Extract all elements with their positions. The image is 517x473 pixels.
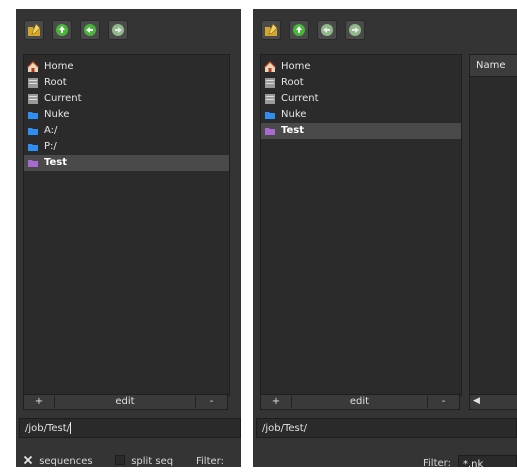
favorite-item-label: Current <box>281 93 319 104</box>
favorite-item-label: Test <box>44 157 68 168</box>
favorite-item-root[interactable]: Root <box>261 75 461 91</box>
new-folder-button[interactable] <box>24 20 44 40</box>
favorite-item-label: Root <box>44 77 67 88</box>
folder-purple-icon <box>28 160 38 167</box>
add-favorite-button[interactable]: + <box>261 395 291 409</box>
favorite-item-label: Nuke <box>44 109 70 120</box>
favorite-item-current[interactable]: Current <box>24 91 229 107</box>
favorite-item-current[interactable]: Current <box>261 91 461 107</box>
favorite-item-p-drive[interactable]: P:/ <box>24 139 229 155</box>
sequences-option[interactable]: sequences <box>23 454 93 467</box>
back-button[interactable] <box>80 20 100 40</box>
path-value: /job/Test/ <box>262 423 308 434</box>
favorite-item-label: Home <box>44 61 74 72</box>
up-arrow-icon <box>56 24 68 36</box>
edit-favorite-button[interactable]: edit <box>55 395 195 409</box>
scroll-left-icon[interactable]: ◀ <box>473 396 480 406</box>
forward-arrow-icon <box>112 24 124 36</box>
home-icon <box>27 61 39 72</box>
favorites-list: Home Root Current Nuke A:/ P:/ Test <box>23 54 230 396</box>
favorite-item-root[interactable]: Root <box>24 75 229 91</box>
favorite-item-label: Test <box>281 125 305 136</box>
favorites-bottom-bar: + edit - <box>23 394 228 410</box>
home-icon <box>264 61 276 72</box>
favorite-item-label: Home <box>281 61 311 72</box>
favorite-item-a-drive[interactable]: A:/ <box>24 123 229 139</box>
favorites-list: Home Root Current Nuke Test <box>260 54 462 396</box>
favorite-item-home[interactable]: Home <box>24 59 229 75</box>
drive-icon <box>265 78 275 88</box>
file-list[interactable]: Name <box>469 54 517 396</box>
favorite-item-label: A:/ <box>44 125 58 136</box>
check-x-icon <box>23 455 33 465</box>
sequences-checkbox[interactable] <box>23 455 33 465</box>
filter-value: *.nk <box>463 459 484 467</box>
column-header-name[interactable]: Name <box>470 55 517 77</box>
filter-input[interactable]: *.nk <box>458 455 517 467</box>
drive-icon <box>28 78 38 88</box>
forward-arrow-icon <box>349 24 361 36</box>
add-favorite-button[interactable]: + <box>24 395 54 409</box>
text-cursor <box>70 422 72 434</box>
new-folder-icon <box>265 23 278 36</box>
forward-button[interactable] <box>345 20 365 40</box>
favorite-item-label: Root <box>281 77 304 88</box>
up-arrow-icon <box>293 24 305 36</box>
drive-icon <box>265 94 275 104</box>
drive-icon <box>28 94 38 104</box>
path-value: /job/Test/ <box>25 423 71 434</box>
split-seq-checkbox[interactable] <box>115 455 125 465</box>
horizontal-scrollbar[interactable]: ◀ <box>469 394 517 410</box>
split-seq-option[interactable]: split seq <box>115 454 173 467</box>
filter-label: Filter: <box>423 458 451 467</box>
path-input[interactable]: /job/Test/ <box>256 418 517 438</box>
back-arrow-icon <box>321 24 333 36</box>
back-button[interactable] <box>317 20 337 40</box>
folder-icon <box>28 112 38 119</box>
favorites-bottom-bar: + edit - <box>260 394 460 410</box>
forward-button[interactable] <box>108 20 128 40</box>
path-input[interactable]: /job/Test/ <box>19 418 241 438</box>
favorite-item-label: P:/ <box>44 141 57 152</box>
back-arrow-icon <box>84 24 96 36</box>
favorite-item-label: Nuke <box>281 109 307 120</box>
folder-icon <box>265 112 275 119</box>
new-folder-icon <box>28 23 41 36</box>
folder-icon <box>28 128 38 135</box>
remove-favorite-button[interactable]: - <box>428 395 459 409</box>
favorite-item-nuke[interactable]: Nuke <box>24 107 229 123</box>
favorite-item-test[interactable]: Test <box>261 123 461 139</box>
favorite-item-home[interactable]: Home <box>261 59 461 75</box>
remove-favorite-button[interactable]: - <box>196 395 227 409</box>
favorite-item-nuke[interactable]: Nuke <box>261 107 461 123</box>
new-folder-button[interactable] <box>261 20 281 40</box>
split-seq-label: split seq <box>131 456 174 467</box>
up-button[interactable] <box>52 20 72 40</box>
sequences-label: sequences <box>39 456 93 467</box>
favorite-item-test[interactable]: Test <box>24 155 229 171</box>
folder-icon <box>28 144 38 151</box>
up-button[interactable] <box>289 20 309 40</box>
file-browser-panel-left: Home Root Current Nuke A:/ P:/ Test + ed… <box>16 9 241 467</box>
filter-label: Filter: <box>196 456 224 467</box>
edit-favorite-button[interactable]: edit <box>292 395 427 409</box>
favorite-item-label: Current <box>44 93 82 104</box>
file-browser-panel-right: Home Root Current Nuke Test + edit - Nam… <box>253 9 517 467</box>
folder-purple-icon <box>265 128 275 135</box>
